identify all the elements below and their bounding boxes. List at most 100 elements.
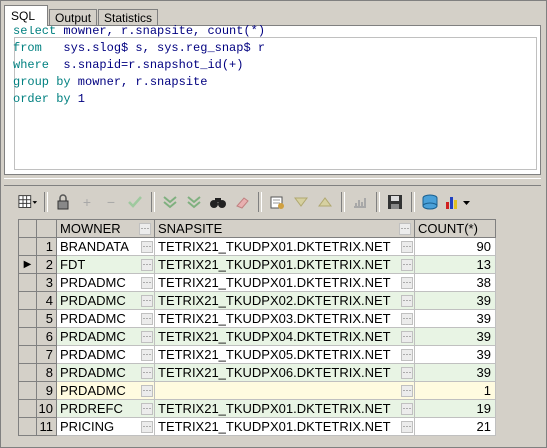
- column-header-count[interactable]: COUNT(*): [414, 219, 496, 238]
- sql-keyword: from: [13, 41, 42, 55]
- cell-editor-button[interactable]: ···: [141, 330, 153, 343]
- column-header-mowner[interactable]: MOWNER ···: [56, 219, 155, 238]
- cell-editor-button[interactable]: ···: [141, 294, 153, 307]
- cell-mowner[interactable]: PRDADMC ···: [56, 345, 155, 364]
- cell-snapsite[interactable]: TETRIX21_TKUDPX01.DKTETRIX.NET ···: [154, 237, 415, 256]
- cell-editor-button[interactable]: ···: [141, 240, 153, 253]
- cell-editor-button[interactable]: ···: [141, 384, 153, 397]
- delete-row-icon[interactable]: −: [101, 191, 121, 213]
- filter-icon[interactable]: [160, 191, 180, 213]
- cell-mowner[interactable]: PRDADMC ···: [56, 327, 155, 346]
- cell-snapsite[interactable]: TETRIX21_TKUDPX03.DKTETRIX.NET ···: [154, 309, 415, 328]
- cell-snapsite[interactable]: TETRIX21_TKUDPX04.DKTETRIX.NET ···: [154, 327, 415, 346]
- sort-asc-icon[interactable]: [315, 191, 335, 213]
- results-table: MOWNER ··· SNAPSITE ··· COUNT(*) 1 BRANDATA…: [18, 219, 496, 436]
- table-row[interactable]: 3 PRDADMC ··· TETRIX21_TKUDPX01.DKTETRIX.NE…: [18, 273, 496, 292]
- cell-count[interactable]: 39: [414, 327, 496, 346]
- cell-mowner[interactable]: PRDADMC ···: [56, 291, 155, 310]
- row-indicator: [18, 381, 37, 400]
- cell-editor-button[interactable]: ···: [401, 384, 413, 397]
- cell-snapsite[interactable]: TETRIX21_TKUDPX06.DKTETRIX.NET ···: [154, 363, 415, 382]
- tab-sql[interactable]: SQL: [4, 5, 49, 26]
- table-row[interactable]: 9 PRDADMC ··· ··· 1: [18, 381, 496, 400]
- cell-editor-button[interactable]: ···: [401, 240, 413, 253]
- cell-count[interactable]: 39: [414, 345, 496, 364]
- cell-snapsite[interactable]: TETRIX21_TKUDPX01.DKTETRIX.NET ···: [154, 273, 415, 292]
- cell-mowner[interactable]: PRDADMC ···: [56, 363, 155, 382]
- cell-editor-button[interactable]: ···: [401, 420, 413, 433]
- cell-editor-button[interactable]: ···: [141, 258, 153, 271]
- column-menu-button[interactable]: ···: [139, 222, 151, 235]
- cell-value: BRANDATA: [60, 239, 129, 254]
- cell-editor-button[interactable]: ···: [141, 312, 153, 325]
- cell-mowner[interactable]: PRICING ···: [56, 417, 155, 436]
- cell-snapsite[interactable]: TETRIX21_TKUDPX01.DKTETRIX.NET ···: [154, 399, 415, 418]
- column-label: COUNT(*): [418, 221, 478, 236]
- table-row[interactable]: 8 PRDADMC ··· TETRIX21_TKUDPX06.DKTETRIX.NE…: [18, 363, 496, 382]
- cell-mowner[interactable]: PRDADMC ···: [56, 381, 155, 400]
- cell-editor-button[interactable]: ···: [401, 258, 413, 271]
- cell-count[interactable]: 90: [414, 237, 496, 256]
- table-row[interactable]: 5 PRDADMC ··· TETRIX21_TKUDPX03.DKTETRIX.NE…: [18, 309, 496, 328]
- cell-count[interactable]: 38: [414, 273, 496, 292]
- cell-editor-button[interactable]: ···: [141, 348, 153, 361]
- header-rownum: [36, 219, 57, 238]
- toolbar-separator: [376, 192, 380, 212]
- column-header-snapsite[interactable]: SNAPSITE ···: [154, 219, 415, 238]
- cell-mowner[interactable]: FDT ···: [56, 255, 155, 274]
- sql-code[interactable]: select mowner, r.snapsite, count(*) from …: [13, 23, 265, 108]
- column-menu-button[interactable]: ···: [399, 222, 411, 235]
- cell-editor-button[interactable]: ···: [401, 276, 413, 289]
- cell-mowner[interactable]: BRANDATA ···: [56, 237, 155, 256]
- cell-editor-button[interactable]: ···: [401, 348, 413, 361]
- save-icon[interactable]: [385, 191, 405, 213]
- cell-count[interactable]: 39: [414, 291, 496, 310]
- table-row[interactable]: 1 BRANDATA ··· TETRIX21_TKUDPX01.DKTETRIX.N…: [18, 237, 496, 256]
- cell-count[interactable]: 21: [414, 417, 496, 436]
- cell-snapsite[interactable]: TETRIX21_TKUDPX01.DKTETRIX.NET ···: [154, 255, 415, 274]
- cell-count[interactable]: 39: [414, 363, 496, 382]
- table-row[interactable]: 11 PRICING ··· TETRIX21_TKUDPX01.DKTETRIX.N…: [18, 417, 496, 436]
- clear-filter-icon[interactable]: [184, 191, 204, 213]
- cell-editor-button[interactable]: ···: [401, 402, 413, 415]
- splitter[interactable]: [4, 178, 541, 186]
- cell-editor-button[interactable]: ···: [401, 366, 413, 379]
- sql-keyword: order by: [13, 92, 71, 106]
- cell-editor-button[interactable]: ···: [141, 402, 153, 415]
- cell-editor-button[interactable]: ···: [141, 276, 153, 289]
- chart-icon[interactable]: [444, 191, 474, 213]
- cell-snapsite[interactable]: ···: [154, 381, 415, 400]
- cell-editor-button[interactable]: ···: [401, 312, 413, 325]
- post-edit-icon[interactable]: [125, 191, 145, 213]
- row-indicator: [18, 345, 37, 364]
- cell-editor-button[interactable]: ···: [141, 366, 153, 379]
- export-icon[interactable]: [267, 191, 287, 213]
- table-row[interactable]: 6 PRDADMC ··· TETRIX21_TKUDPX04.DKTETRIX.NE…: [18, 327, 496, 346]
- eraser-icon[interactable]: [232, 191, 252, 213]
- lock-icon[interactable]: [53, 191, 73, 213]
- cell-editor-button[interactable]: ···: [401, 330, 413, 343]
- cell-mowner[interactable]: PRDADMC ···: [56, 309, 155, 328]
- find-icon[interactable]: [208, 191, 228, 213]
- cell-value: TETRIX21_TKUDPX01.DKTETRIX.NET: [158, 401, 391, 416]
- cell-snapsite[interactable]: TETRIX21_TKUDPX05.DKTETRIX.NET ···: [154, 345, 415, 364]
- sort-desc-icon[interactable]: [291, 191, 311, 213]
- cell-count[interactable]: 39: [414, 309, 496, 328]
- cell-snapsite[interactable]: TETRIX21_TKUDPX01.DKTETRIX.NET ···: [154, 417, 415, 436]
- cell-snapsite[interactable]: TETRIX21_TKUDPX02.DKTETRIX.NET ···: [154, 291, 415, 310]
- cell-count[interactable]: 19: [414, 399, 496, 418]
- chart-disabled-icon[interactable]: [350, 191, 370, 213]
- table-row[interactable]: 4 PRDADMC ··· TETRIX21_TKUDPX02.DKTETRIX.NE…: [18, 291, 496, 310]
- cell-mowner[interactable]: PRDADMC ···: [56, 273, 155, 292]
- table-row[interactable]: ▶ 2 FDT ··· TETRIX21_TKUDPX01.DKTETRIX.NET ··…: [18, 255, 496, 274]
- table-row[interactable]: 7 PRDADMC ··· TETRIX21_TKUDPX05.DKTETRIX.NE…: [18, 345, 496, 364]
- cell-mowner[interactable]: PRDREFC ···: [56, 399, 155, 418]
- cell-editor-button[interactable]: ···: [401, 294, 413, 307]
- cell-editor-button[interactable]: ···: [141, 420, 153, 433]
- database-icon[interactable]: [420, 191, 440, 213]
- cell-count[interactable]: 1: [414, 381, 496, 400]
- grid-menu-icon[interactable]: [18, 191, 38, 213]
- table-row[interactable]: 10 PRDREFC ··· TETRIX21_TKUDPX01.DKTETRIX.N…: [18, 399, 496, 418]
- cell-count[interactable]: 13: [414, 255, 496, 274]
- add-row-icon[interactable]: +: [77, 191, 97, 213]
